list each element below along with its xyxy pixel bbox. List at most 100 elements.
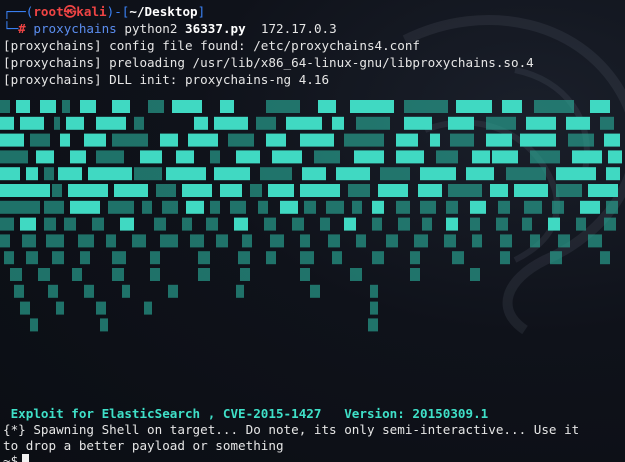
banner-block bbox=[112, 133, 148, 147]
banner-block bbox=[88, 167, 132, 181]
banner-block bbox=[318, 100, 336, 113]
shell-input-line[interactable]: ~$ bbox=[3, 453, 30, 462]
banner-block bbox=[490, 184, 508, 197]
banner-block bbox=[530, 234, 540, 248]
banner-block bbox=[188, 133, 218, 147]
banner-block bbox=[380, 167, 410, 181]
banner-block bbox=[22, 234, 36, 248]
banner-block bbox=[372, 217, 382, 231]
banner-block bbox=[0, 184, 50, 197]
command-line: └─# proxychains python2 36337.py 172.17.… bbox=[3, 21, 337, 36]
banner-block bbox=[46, 234, 64, 248]
banner-block bbox=[0, 167, 20, 181]
banner-block bbox=[62, 100, 70, 113]
command-target: 172.17.0.3 bbox=[260, 21, 337, 36]
banner-block bbox=[368, 318, 378, 332]
terminal-window[interactable]: ┌──(root㉿kali)-[~/Desktop] └─# proxychai… bbox=[0, 0, 625, 462]
banner-block bbox=[498, 200, 510, 214]
spawning-message: {*} Spawning Shell on target... Do note,… bbox=[3, 422, 580, 437]
prompt-user: root bbox=[33, 4, 64, 19]
banner-block bbox=[514, 184, 548, 197]
banner-block bbox=[448, 116, 474, 130]
banner-block bbox=[524, 200, 542, 214]
banner-block bbox=[100, 318, 108, 332]
banner-block bbox=[214, 116, 248, 130]
banner-block bbox=[122, 284, 130, 298]
prompt-header-line: ┌──(root㉿kali)-[~/Desktop] bbox=[3, 4, 206, 19]
banner-block bbox=[606, 167, 620, 181]
prompt-hash: # bbox=[18, 21, 26, 36]
banner-block bbox=[0, 116, 14, 130]
banner-block bbox=[132, 234, 146, 248]
banner-block bbox=[194, 116, 208, 130]
command-interp: python2 bbox=[124, 21, 178, 36]
banner-block bbox=[404, 100, 448, 113]
banner-block bbox=[260, 167, 292, 181]
banner-block bbox=[470, 268, 480, 281]
banner-block bbox=[348, 184, 370, 197]
banner-block bbox=[30, 318, 38, 332]
banner-block bbox=[0, 150, 28, 164]
banner-block bbox=[568, 133, 594, 147]
banner-block bbox=[314, 150, 340, 164]
banner-block bbox=[556, 184, 582, 197]
banner-block bbox=[228, 133, 254, 147]
banner-block bbox=[44, 200, 64, 214]
banner-block bbox=[604, 217, 616, 231]
banner-block bbox=[300, 268, 310, 281]
prompt-host: kali bbox=[76, 4, 107, 19]
banner-block bbox=[378, 184, 408, 197]
banner-block bbox=[326, 200, 344, 214]
banner-block bbox=[16, 100, 30, 113]
banner-block bbox=[168, 284, 178, 298]
banner-block bbox=[588, 184, 618, 197]
banner-block bbox=[332, 251, 342, 265]
banner-block bbox=[566, 116, 590, 130]
banner-block bbox=[20, 217, 36, 231]
banner-block bbox=[150, 268, 160, 281]
banner-block bbox=[154, 217, 166, 231]
banner-block bbox=[410, 268, 420, 281]
banner-block bbox=[38, 268, 50, 281]
banner-block bbox=[548, 217, 560, 231]
banner-block bbox=[182, 184, 212, 197]
banner-block bbox=[112, 100, 130, 113]
banner-block bbox=[534, 100, 574, 113]
banner-block bbox=[292, 217, 304, 231]
banner-block bbox=[112, 268, 124, 281]
banner-block bbox=[190, 234, 204, 248]
banner-block bbox=[52, 251, 64, 265]
banner-block bbox=[396, 150, 424, 164]
banner-block bbox=[600, 251, 610, 265]
banner-block bbox=[386, 234, 398, 248]
banner-block bbox=[350, 268, 362, 281]
banner-block bbox=[144, 301, 152, 315]
banner-block bbox=[26, 251, 38, 265]
banner-block bbox=[336, 167, 370, 181]
banner-block bbox=[96, 116, 126, 130]
banner-block bbox=[356, 234, 366, 248]
prompt-at-symbol: ㉿ bbox=[63, 4, 77, 19]
banner-block bbox=[70, 200, 100, 214]
banner-block bbox=[60, 133, 70, 147]
banner-block bbox=[606, 200, 618, 214]
banner-block bbox=[68, 184, 108, 197]
banner-block bbox=[36, 150, 54, 164]
banner-block bbox=[452, 251, 464, 265]
output-line-1: [proxychains] config file found: /etc/pr… bbox=[3, 38, 421, 53]
banner-block bbox=[40, 100, 56, 113]
banner-block bbox=[4, 251, 14, 265]
banner-block bbox=[492, 150, 518, 164]
banner-block bbox=[0, 133, 24, 147]
banner-block bbox=[14, 284, 24, 298]
banner-block bbox=[268, 184, 294, 197]
command-tool: proxychains bbox=[33, 21, 117, 36]
banner-block bbox=[134, 116, 144, 130]
banner-block bbox=[448, 184, 482, 197]
banner-block bbox=[344, 133, 384, 147]
banner-block bbox=[502, 100, 522, 113]
banner-block bbox=[0, 200, 40, 214]
banner-block bbox=[258, 200, 268, 214]
banner-block bbox=[300, 251, 314, 265]
banner-block bbox=[236, 150, 260, 164]
